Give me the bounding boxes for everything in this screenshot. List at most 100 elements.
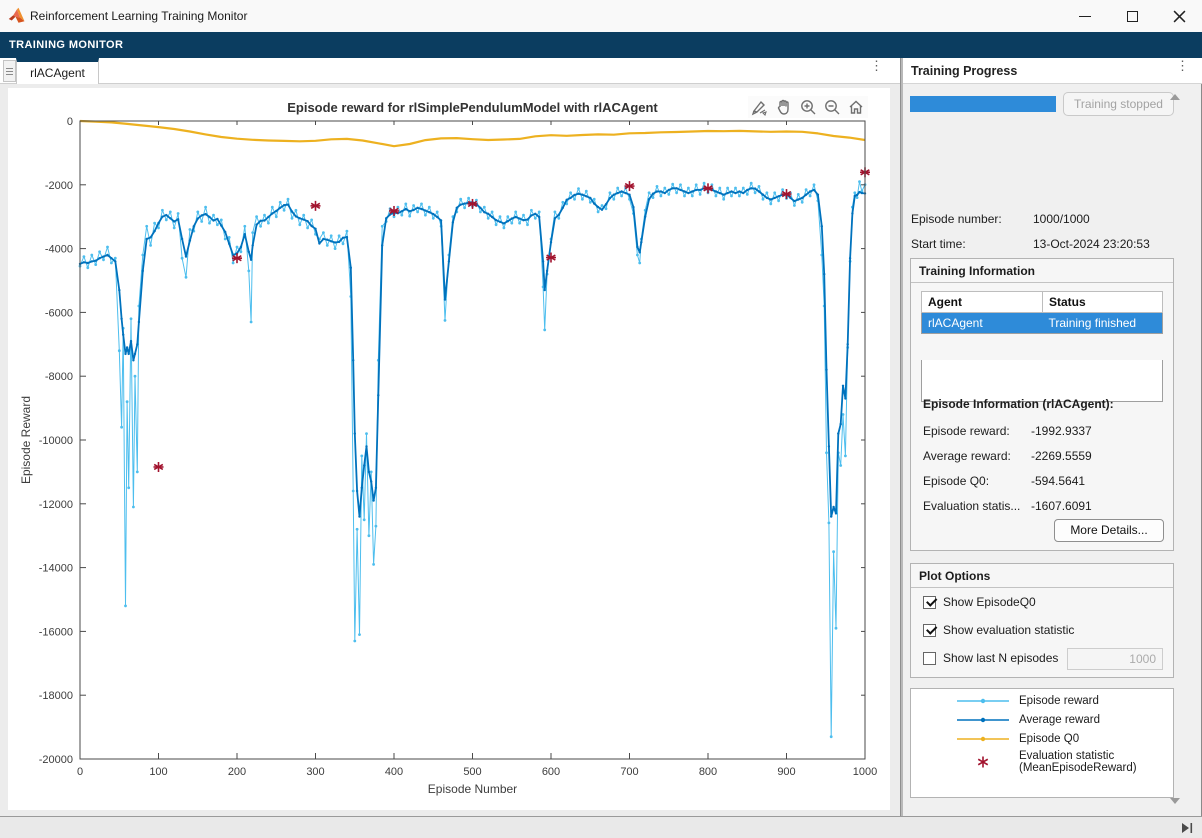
episode-reward-label: Episode reward: xyxy=(923,424,1010,438)
legend-label: Episode reward xyxy=(1019,694,1099,707)
legend-label: Evaluation statistic (MeanEpisodeReward) xyxy=(1019,749,1137,774)
home-restore-view-icon[interactable] xyxy=(846,97,866,117)
axes-toolbar xyxy=(748,96,868,118)
show-evaluation-label: Show evaluation statistic xyxy=(943,623,1075,637)
episode-number-label: Episode number: xyxy=(911,212,1002,226)
maximize-button[interactable] xyxy=(1109,0,1155,32)
status-cell: Training finished xyxy=(1048,316,1137,330)
matlab-logo-icon xyxy=(8,7,25,23)
show-episodeq0-label: Show EpisodeQ0 xyxy=(943,595,1036,609)
svg-text:-8000: -8000 xyxy=(45,371,73,383)
svg-text:1000: 1000 xyxy=(853,766,877,778)
evaluation-statistic-value: -1607.6091 xyxy=(1031,499,1092,513)
last-n-episodes-input[interactable] xyxy=(1067,648,1163,670)
svg-text:100: 100 xyxy=(149,766,167,778)
chart-legend-box: Episode reward Average reward Episode Q0 Ev… xyxy=(910,688,1174,798)
zoom-out-icon[interactable] xyxy=(822,97,842,117)
legend-asterisk-icon xyxy=(977,756,989,767)
episode-number-value: 1000/1000 xyxy=(1033,212,1090,226)
plot-options-title: Plot Options xyxy=(911,564,1173,588)
ribbon-tab-training-monitor[interactable]: TRAINING MONITOR xyxy=(9,39,123,51)
chart-title: Episode reward for rlSimplePendulumModel… xyxy=(287,100,658,115)
svg-text:-16000: -16000 xyxy=(39,626,73,638)
scroll-down-icon[interactable] xyxy=(1170,798,1180,804)
panel-options-icon[interactable]: ⋮ xyxy=(1176,59,1189,72)
svg-text:400: 400 xyxy=(385,766,403,778)
svg-text:-14000: -14000 xyxy=(39,563,73,575)
table-empty-area xyxy=(921,360,1163,402)
training-progress-bar xyxy=(910,96,1056,112)
show-evaluation-checkbox[interactable] xyxy=(923,623,936,637)
svg-text:700: 700 xyxy=(620,766,638,778)
expand-panel-icon[interactable] xyxy=(1180,821,1194,835)
svg-text:-6000: -6000 xyxy=(45,307,73,319)
svg-text:-2000: -2000 xyxy=(45,180,73,192)
tab-label: rlACAgent xyxy=(30,66,85,80)
show-evaluation-option[interactable]: Show evaluation statistic xyxy=(923,623,1074,637)
tab-rlacagent[interactable]: rlACAgent xyxy=(16,58,99,84)
average-reward-label: Average reward: xyxy=(923,449,1011,463)
episode-q0-label: Episode Q0: xyxy=(923,474,990,488)
training-information-box: Training Information Agent Status rlACAg… xyxy=(910,258,1174,551)
ribbon-bar: TRAINING MONITOR xyxy=(0,32,1202,58)
agent-cell: rlACAgent xyxy=(928,316,983,330)
svg-text:-12000: -12000 xyxy=(39,499,73,511)
episode-q0-value: -594.5641 xyxy=(1031,474,1086,488)
legend-label: Average reward xyxy=(1019,713,1100,726)
svg-text:0: 0 xyxy=(67,116,73,128)
y-axis-label: Episode Reward xyxy=(19,396,33,484)
svg-text:-20000: -20000 xyxy=(39,754,73,766)
average-reward-value: -2269.5559 xyxy=(1031,449,1092,463)
table-row[interactable]: rlACAgent Training finished xyxy=(921,312,1163,334)
svg-text:300: 300 xyxy=(306,766,324,778)
x-axis-label: Episode Number xyxy=(428,782,517,796)
legend-label: Episode Q0 xyxy=(1019,732,1080,745)
show-episodeq0-checkbox[interactable] xyxy=(923,595,936,609)
scroll-up-icon[interactable] xyxy=(1170,94,1180,100)
show-episodeq0-option[interactable]: Show EpisodeQ0 xyxy=(923,595,1036,609)
title-bar: Reinforcement Learning Training Monitor xyxy=(0,0,1202,32)
tab-drag-handle-icon[interactable] xyxy=(3,60,16,82)
svg-text:600: 600 xyxy=(542,766,560,778)
plot-options-box: Plot Options Show EpisodeQ0 Show evaluat… xyxy=(910,563,1174,678)
svg-text:200: 200 xyxy=(228,766,246,778)
col-status: Status xyxy=(1042,291,1163,313)
plot-area: Episode reward for rlSimplePendulumModel… xyxy=(0,84,900,816)
legend-item[interactable]: Evaluation statistic (MeanEpisodeReward) xyxy=(955,750,1173,774)
col-agent: Agent xyxy=(921,291,1043,313)
svg-text:800: 800 xyxy=(699,766,717,778)
export-brush-icon[interactable] xyxy=(750,97,770,117)
legend-item[interactable]: Episode reward xyxy=(955,693,1173,708)
close-button[interactable] xyxy=(1156,0,1202,32)
more-details-button[interactable]: More Details... xyxy=(1054,519,1164,542)
zoom-in-icon[interactable] xyxy=(798,97,818,117)
app-window: Reinforcement Learning Training Monitor … xyxy=(0,0,1202,838)
start-time-label: Start time: xyxy=(911,237,966,251)
svg-text:500: 500 xyxy=(463,766,481,778)
document-tab-strip: rlACAgent ⋮ xyxy=(0,58,900,84)
reward-chart: Episode reward for rlSimplePendulumModel… xyxy=(19,100,877,796)
svg-text:-10000: -10000 xyxy=(39,435,73,447)
show-last-n-checkbox[interactable] xyxy=(923,651,936,665)
svg-text:-18000: -18000 xyxy=(39,690,73,702)
show-last-n-option[interactable]: Show last N episodes xyxy=(923,651,1058,665)
legend-line-icon xyxy=(957,736,1009,741)
training-progress-header: Training Progress ⋮ xyxy=(903,58,1202,84)
pan-hand-icon[interactable] xyxy=(774,97,794,117)
legend-item[interactable]: Episode Q0 xyxy=(955,731,1173,746)
training-stopped-button[interactable]: Training stopped xyxy=(1063,92,1174,116)
episode-information-title: Episode Information (rlACAgent): xyxy=(923,397,1114,411)
svg-text:-4000: -4000 xyxy=(45,244,73,256)
start-time-value: 13-Oct-2024 23:20:53 xyxy=(1033,237,1150,251)
episode-reward-value: -1992.9337 xyxy=(1031,424,1092,438)
legend-item[interactable]: Average reward xyxy=(955,712,1173,727)
evaluation-statistic-label: Evaluation statis... xyxy=(923,499,1021,513)
legend-line-icon xyxy=(957,698,1009,703)
training-information-title: Training Information xyxy=(911,259,1173,283)
training-progress-panel: Training stopped Episode number: 1000/10… xyxy=(903,84,1186,816)
show-last-n-label: Show last N episodes xyxy=(943,651,1059,665)
minimize-button[interactable] xyxy=(1062,0,1108,32)
agent-status-table[interactable]: Agent Status rlACAgent Training finished xyxy=(921,291,1163,334)
tab-options-icon[interactable]: ⋮ xyxy=(870,59,883,72)
window-title: Reinforcement Learning Training Monitor xyxy=(30,9,248,23)
